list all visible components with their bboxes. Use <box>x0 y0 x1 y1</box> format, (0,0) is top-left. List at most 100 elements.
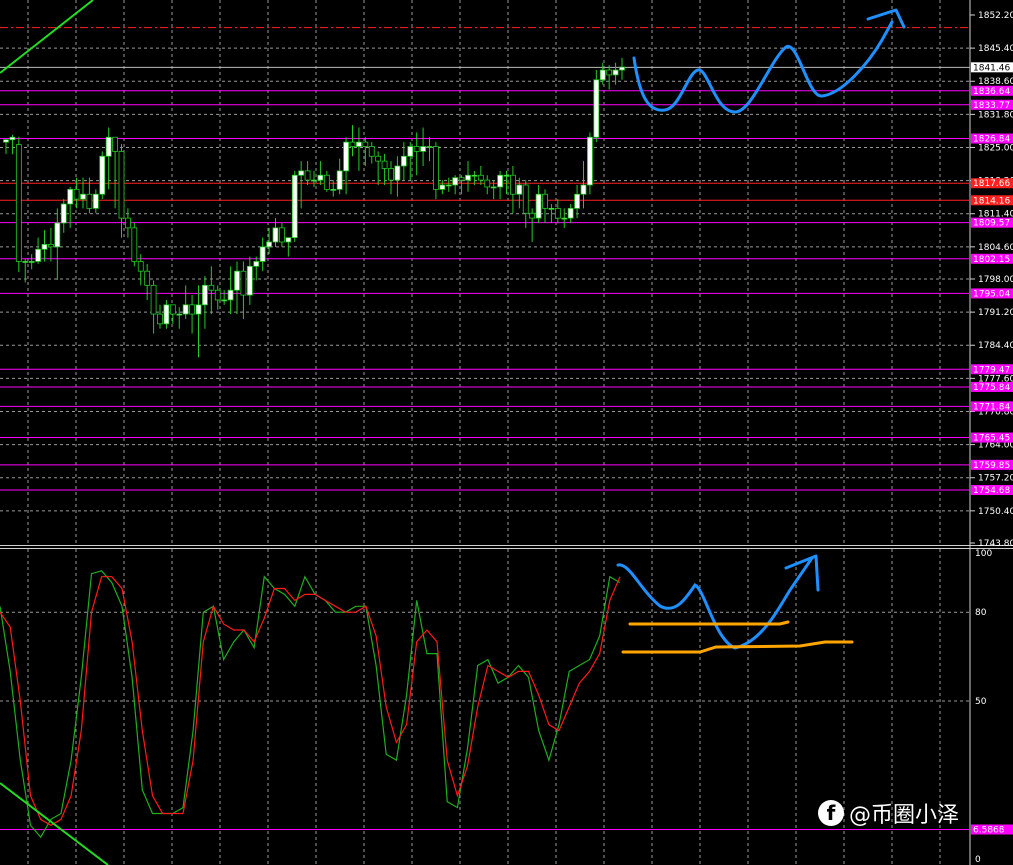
oscillator-y-tick-label: 0 <box>975 855 981 865</box>
oscillator-level-label: 6.5868 <box>973 826 1005 836</box>
candle-body <box>394 165 401 181</box>
y-tick-label: 1757.20 <box>978 474 1013 484</box>
candle-body <box>452 177 459 186</box>
candle-body <box>118 150 125 219</box>
candle-body <box>60 203 67 224</box>
candle-body <box>323 174 330 190</box>
candle-body <box>516 184 523 195</box>
candle-body <box>169 304 176 315</box>
candle-body <box>253 261 260 267</box>
candle-body <box>574 193 580 209</box>
candle-body <box>208 284 215 291</box>
candle-body <box>413 146 420 152</box>
candle-body <box>445 184 452 187</box>
y-tick-label: 1798.00 <box>978 275 1013 285</box>
candle-body <box>362 141 369 147</box>
candle-body <box>221 299 228 302</box>
candle-body <box>510 174 516 195</box>
support-resistance-level-label: 1779.47 <box>973 365 1010 375</box>
candle-body <box>3 139 9 143</box>
candle-body <box>298 170 305 176</box>
candle-body <box>317 174 324 181</box>
candle-body <box>336 170 343 190</box>
candle-body <box>54 222 61 248</box>
candle-body <box>22 261 29 263</box>
candle-body <box>529 212 536 219</box>
candle-body <box>375 155 382 162</box>
support-resistance-level-label: 1833.77 <box>973 101 1010 111</box>
candle-body <box>266 241 272 248</box>
y-tick-label: 1784.40 <box>978 341 1013 351</box>
candle-body <box>304 170 311 181</box>
y-tick-label: 1831.80 <box>978 110 1013 120</box>
candle-body <box>554 207 561 219</box>
candle-body <box>561 217 568 220</box>
candle-body <box>368 146 375 157</box>
watermark: f @币圈小泽 <box>818 796 959 830</box>
candle-body <box>465 174 471 181</box>
candle-body <box>619 66 625 71</box>
candle-body <box>35 248 41 262</box>
candle-body <box>240 270 247 296</box>
candle-body <box>86 193 93 209</box>
candle-body <box>259 246 266 262</box>
candle-body <box>400 155 407 167</box>
candle-body <box>234 270 240 291</box>
support-resistance-level-label: 1802.15 <box>973 255 1010 265</box>
candle-body <box>580 184 587 195</box>
support-resistance-level-label: 1771.84 <box>973 402 1010 412</box>
candle-body <box>330 188 337 191</box>
candle-body <box>420 146 426 152</box>
candle-body <box>593 79 600 138</box>
support-resistance-level-label: 1775.84 <box>973 383 1010 393</box>
candle-body <box>535 193 542 219</box>
candle-body <box>189 304 195 315</box>
candle-body <box>28 261 35 263</box>
candle-body <box>606 69 613 76</box>
candle-body <box>503 174 510 177</box>
candle-body <box>542 193 548 209</box>
y-tick-label: 1743.80 <box>978 539 1013 549</box>
candle-body <box>92 193 99 209</box>
facebook-f-icon: f <box>818 800 844 826</box>
candle-body <box>311 179 317 182</box>
oscillator-y-tick-label: 50 <box>975 697 987 707</box>
candle-body <box>433 146 439 190</box>
candle-body <box>112 136 118 152</box>
candle-body <box>131 227 138 262</box>
candle-body <box>279 227 285 243</box>
y-tick-label: 1750.40 <box>978 507 1013 517</box>
oscillator-y-tick-label: 80 <box>975 608 987 618</box>
red-level-label: 1814.16 <box>973 196 1010 206</box>
candle-body <box>548 207 555 210</box>
candle-body <box>202 284 208 306</box>
candle-body <box>381 160 388 169</box>
candle-body <box>587 136 593 186</box>
watermark-text: @币圈小泽 <box>849 803 960 828</box>
y-tick-label: 1852.20 <box>978 11 1013 21</box>
candle-body <box>490 186 497 189</box>
candle-body <box>150 284 157 315</box>
candle-body <box>182 304 189 315</box>
support-resistance-level-label: 1795.04 <box>973 289 1010 299</box>
candle-body <box>227 289 234 301</box>
candle-body <box>246 265 253 296</box>
candle-body <box>407 146 414 157</box>
candle-body <box>214 289 221 301</box>
candle-body <box>15 144 22 262</box>
support-resistance-level-label: 1809.57 <box>973 219 1010 229</box>
candle-body <box>484 179 491 188</box>
candle-body <box>80 193 86 200</box>
support-resistance-level-label: 1836.64 <box>973 87 1010 97</box>
candle-body <box>105 136 112 157</box>
candle-body <box>67 188 74 205</box>
candle-body <box>9 136 16 141</box>
oscillator-y-tick-label: 100 <box>975 549 992 559</box>
chart-background <box>0 0 1013 865</box>
candle-body <box>99 155 106 195</box>
candle-body <box>195 304 202 315</box>
support-resistance-level-label: 1826.84 <box>973 135 1010 145</box>
candle-body <box>343 141 349 172</box>
candle-body <box>291 174 298 238</box>
candle-body <box>349 141 356 147</box>
